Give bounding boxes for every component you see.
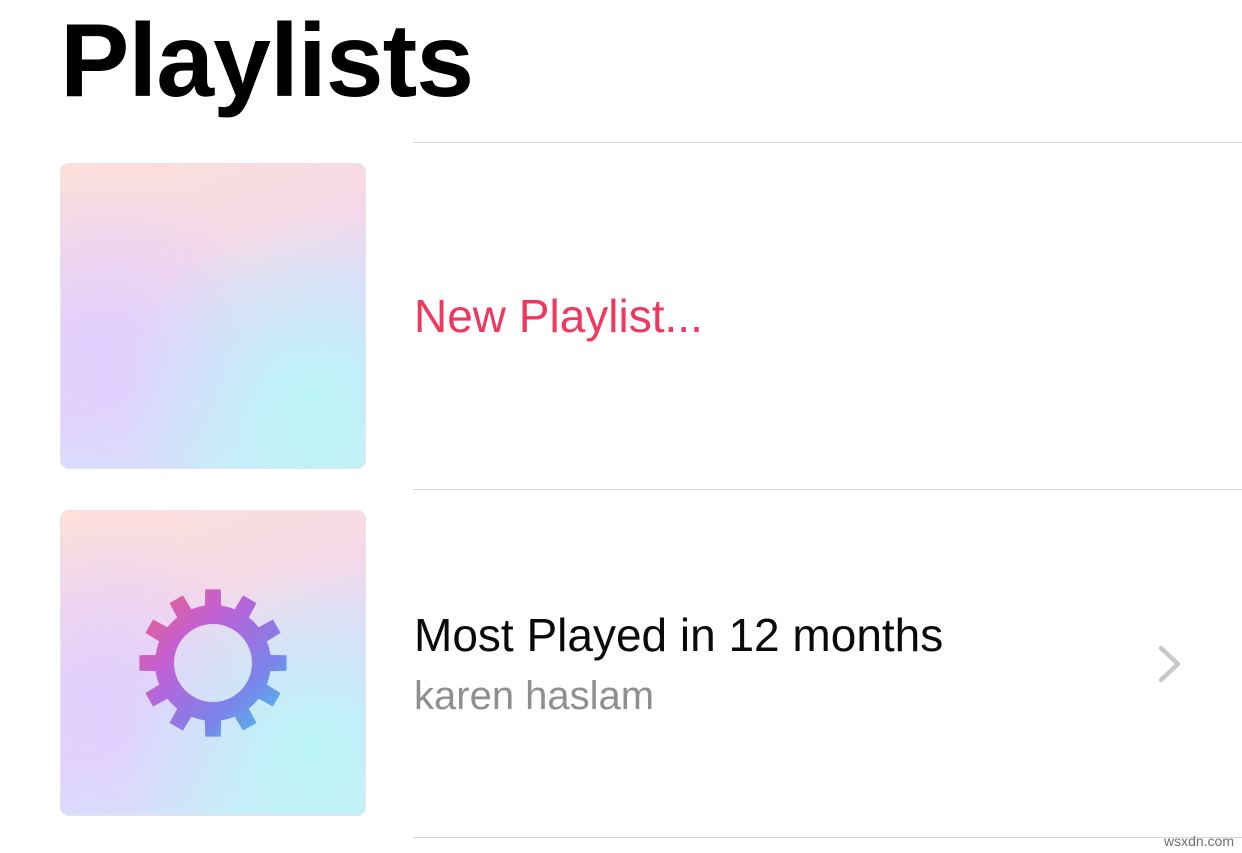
watermark-text: wsxdn.com xyxy=(1163,833,1234,849)
new-playlist-row[interactable]: New Playlist... xyxy=(0,143,1242,491)
playlist-row-most-played[interactable]: Most Played in 12 months karen haslam xyxy=(0,490,1242,838)
divider xyxy=(413,837,1242,838)
playlist-artwork xyxy=(60,510,366,816)
new-playlist-label[interactable]: New Playlist... xyxy=(414,289,703,343)
new-playlist-artwork xyxy=(60,163,366,469)
chevron-right-icon xyxy=(1158,645,1181,683)
playlist-owner: karen haslam xyxy=(414,674,655,718)
gear-icon xyxy=(139,589,287,737)
page-title: Playlists xyxy=(60,3,474,119)
playlist-title: Most Played in 12 months xyxy=(414,609,944,661)
plus-icon xyxy=(152,255,276,379)
